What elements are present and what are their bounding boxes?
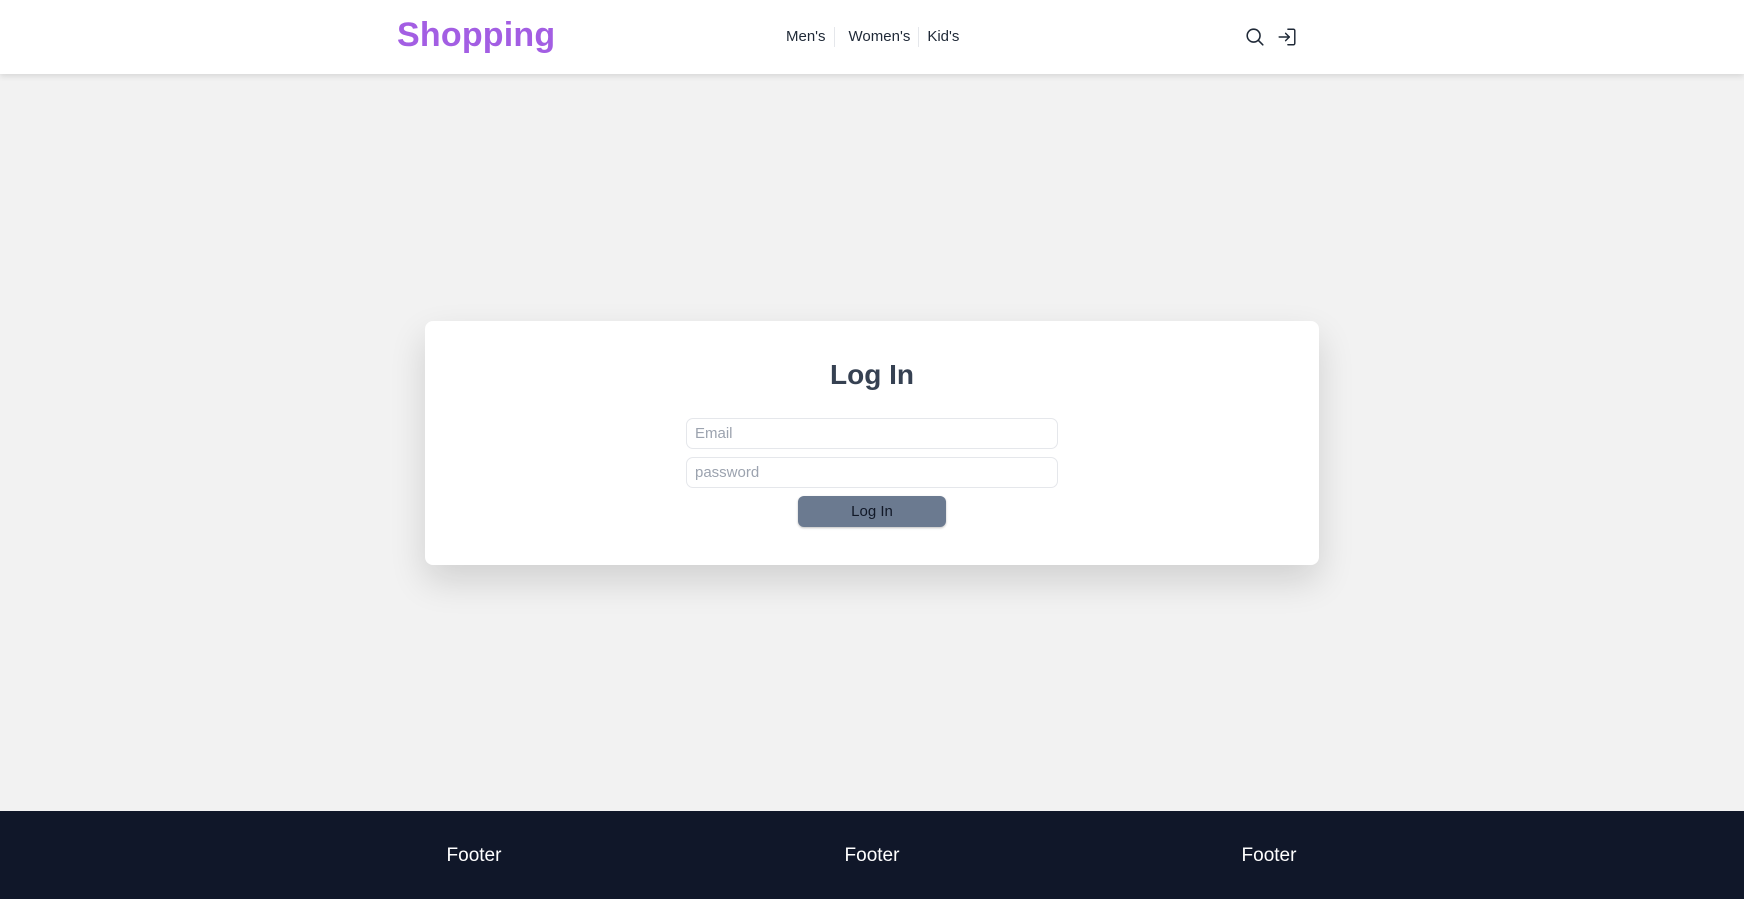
footer-column: Footer <box>1241 845 1297 866</box>
header-actions <box>1244 26 1298 48</box>
login-button[interactable]: Log In <box>798 496 946 527</box>
nav-item-womens[interactable]: Women's <box>835 27 919 47</box>
brand-logo[interactable]: Shopping <box>397 16 555 55</box>
site-footer: Footer Footer Footer <box>0 811 1744 899</box>
login-card: Log In Log In <box>425 321 1319 565</box>
nav-item-kids[interactable]: Kid's <box>919 27 967 47</box>
email-field[interactable] <box>686 418 1058 449</box>
main-nav: Men's Women's Kid's <box>782 27 967 47</box>
nav-item-mens[interactable]: Men's <box>782 27 834 47</box>
password-field[interactable] <box>686 457 1058 488</box>
sign-in-icon[interactable] <box>1276 26 1298 48</box>
site-header: Shopping Men's Women's Kid's <box>0 0 1744 74</box>
page-title: Log In <box>830 359 914 390</box>
footer-column: Footer <box>844 845 900 866</box>
footer-column: Footer <box>446 845 502 866</box>
search-icon[interactable] <box>1244 26 1266 48</box>
